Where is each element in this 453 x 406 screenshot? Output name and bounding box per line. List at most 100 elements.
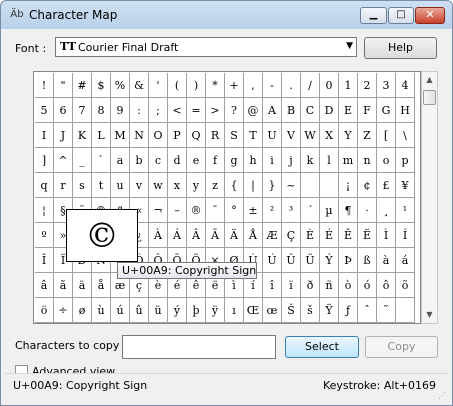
- char-cell[interactable]: ñ: [320, 273, 339, 298]
- char-cell[interactable]: Í: [396, 223, 415, 248]
- dropdown-arrow-icon[interactable]: ▼: [346, 41, 353, 51]
- char-cell[interactable]: j: [282, 148, 301, 173]
- char-cell[interactable]: È: [301, 223, 320, 248]
- char-cell[interactable]: [320, 173, 339, 198]
- char-cell[interactable]: Â: [187, 223, 206, 248]
- char-cell[interactable]: _: [73, 148, 92, 173]
- char-cell[interactable]: Á: [168, 223, 187, 248]
- char-cell[interactable]: G: [377, 98, 396, 123]
- close-button[interactable]: ✕: [415, 7, 445, 24]
- char-cell[interactable]: /: [301, 73, 320, 98]
- char-cell[interactable]: [396, 298, 415, 323]
- char-cell[interactable]: 6: [54, 98, 73, 123]
- char-cell[interactable]: õ: [396, 273, 415, 298]
- char-cell[interactable]: Ç: [282, 223, 301, 248]
- char-cell[interactable]: [301, 173, 320, 198]
- char-cell[interactable]: `: [92, 148, 111, 173]
- char-cell[interactable]: 8: [92, 98, 111, 123]
- char-cell[interactable]: I: [35, 123, 54, 148]
- char-cell[interactable]: î: [263, 273, 282, 298]
- char-cell[interactable]: Ä: [225, 223, 244, 248]
- char-cell[interactable]: T: [244, 123, 263, 148]
- char-cell[interactable]: 1: [339, 73, 358, 98]
- char-cell[interactable]: -: [263, 73, 282, 98]
- char-cell[interactable]: °: [225, 198, 244, 223]
- char-cell[interactable]: K: [73, 123, 92, 148]
- char-cell[interactable]: ù: [92, 298, 111, 323]
- char-cell[interactable]: ô: [377, 273, 396, 298]
- char-cell[interactable]: t: [92, 173, 111, 198]
- char-cell[interactable]: ¶: [339, 198, 358, 223]
- char-cell[interactable]: â: [35, 273, 54, 298]
- char-cell[interactable]: &: [130, 73, 149, 98]
- char-cell[interactable]: ƒ: [339, 298, 358, 323]
- characters-to-copy-input[interactable]: [122, 335, 276, 359]
- char-cell[interactable]: :: [130, 98, 149, 123]
- char-cell[interactable]: \: [396, 123, 415, 148]
- char-cell[interactable]: p: [396, 148, 415, 173]
- char-cell[interactable]: W: [301, 123, 320, 148]
- char-cell[interactable]: ˆ: [358, 298, 377, 323]
- resize-grip-icon[interactable]: ⋰: [438, 391, 446, 400]
- char-cell[interactable]: (: [168, 73, 187, 98]
- char-cell[interactable]: d: [168, 148, 187, 173]
- grid-scrollbar[interactable]: ▲ ▼: [421, 71, 438, 324]
- char-cell[interactable]: ": [54, 73, 73, 98]
- char-cell[interactable]: h: [244, 148, 263, 173]
- char-cell[interactable]: S: [225, 123, 244, 148]
- title-bar[interactable]: Äb Character Map ▁ □ ✕: [1, 1, 452, 29]
- char-cell[interactable]: ±: [244, 198, 263, 223]
- char-cell[interactable]: 9: [111, 98, 130, 123]
- char-cell[interactable]: M: [111, 123, 130, 148]
- copy-button[interactable]: Copy: [365, 336, 438, 358]
- char-cell[interactable]: ¢: [358, 173, 377, 198]
- select-button[interactable]: Select: [285, 336, 359, 358]
- scroll-thumb[interactable]: [423, 90, 436, 105]
- char-cell[interactable]: œ: [263, 298, 282, 323]
- char-cell[interactable]: n: [358, 148, 377, 173]
- char-cell[interactable]: ®: [187, 198, 206, 223]
- char-cell[interactable]: É: [320, 223, 339, 248]
- char-cell[interactable]: ã: [54, 273, 73, 298]
- char-cell[interactable]: 7: [73, 98, 92, 123]
- char-cell[interactable]: i: [263, 148, 282, 173]
- char-cell[interactable]: o: [377, 148, 396, 173]
- char-cell[interactable]: ¦: [35, 198, 54, 223]
- char-cell[interactable]: $: [92, 73, 111, 98]
- char-cell[interactable]: b: [130, 148, 149, 173]
- char-cell[interactable]: w: [149, 173, 168, 198]
- char-cell[interactable]: @: [244, 98, 263, 123]
- char-cell[interactable]: l: [320, 148, 339, 173]
- char-cell[interactable]: 5: [35, 98, 54, 123]
- char-cell[interactable]: ): [187, 73, 206, 98]
- char-cell[interactable]: ó: [358, 273, 377, 298]
- scroll-up-icon[interactable]: ▲: [422, 72, 437, 88]
- scroll-down-icon[interactable]: ▼: [422, 307, 437, 323]
- char-cell[interactable]: O: [149, 123, 168, 148]
- char-cell[interactable]: Z: [358, 123, 377, 148]
- char-cell[interactable]: ,: [244, 73, 263, 98]
- char-cell[interactable]: ^: [54, 148, 73, 173]
- char-cell[interactable]: }: [263, 173, 282, 198]
- char-cell[interactable]: ß: [358, 248, 377, 273]
- char-cell[interactable]: Ý: [320, 248, 339, 273]
- char-cell[interactable]: c: [149, 148, 168, 173]
- char-cell[interactable]: ˜: [377, 298, 396, 323]
- char-cell[interactable]: £: [377, 173, 396, 198]
- char-cell[interactable]: v: [130, 173, 149, 198]
- char-cell[interactable]: ı: [225, 298, 244, 323]
- char-cell[interactable]: ´: [301, 198, 320, 223]
- char-cell[interactable]: ý: [168, 298, 187, 323]
- char-cell[interactable]: ?: [225, 98, 244, 123]
- char-cell[interactable]: º: [35, 223, 54, 248]
- char-cell[interactable]: ]: [35, 148, 54, 173]
- char-cell[interactable]: ø: [73, 298, 92, 323]
- char-cell[interactable]: a: [111, 148, 130, 173]
- char-cell[interactable]: Î: [35, 248, 54, 273]
- char-cell[interactable]: y: [187, 173, 206, 198]
- char-cell[interactable]: r: [54, 173, 73, 198]
- char-cell[interactable]: 4: [396, 73, 415, 98]
- char-cell[interactable]: ð: [301, 273, 320, 298]
- char-cell[interactable]: A: [263, 98, 282, 123]
- char-cell[interactable]: Þ: [339, 248, 358, 273]
